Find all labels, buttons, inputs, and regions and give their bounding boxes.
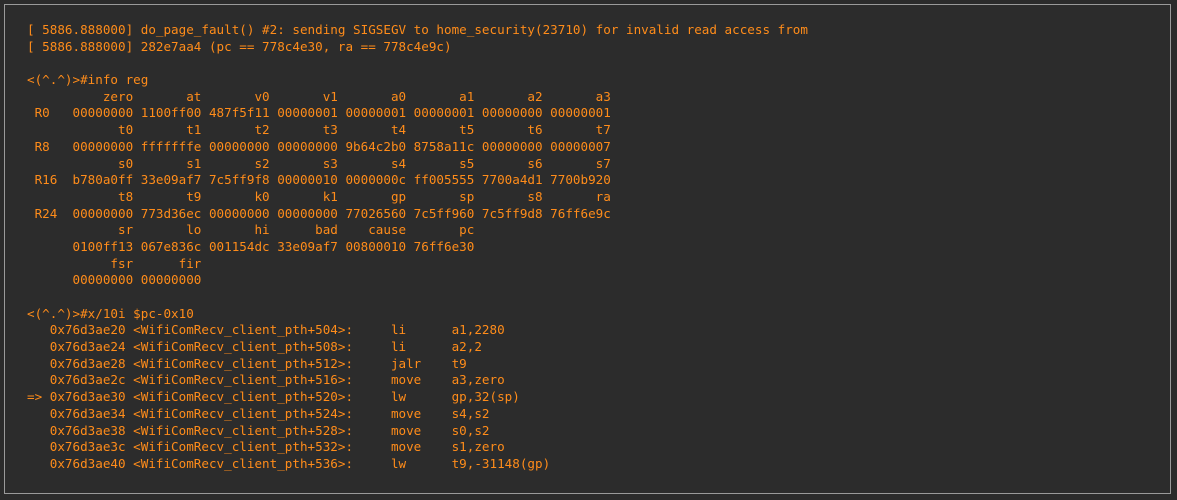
register-line: zero at v0 v1 a0 a1 a2 a3 [27,88,611,104]
register-line: t8 t9 k0 k1 gp sp s8 ra [27,188,611,204]
command-prompt-disasm: <(^.^)>#x/10i $pc-0x10 [27,305,194,321]
register-line: s0 s1 s2 s3 s4 s5 s6 s7 [27,155,611,171]
disassembly-line: 0x76d3ae2c <WifiComRecv_client_pth+516>:… [27,372,505,388]
disassembly-line: 0x76d3ae20 <WifiComRecv_client_pth+504>:… [27,322,505,338]
disassembly-line: 0x76d3ae40 <WifiComRecv_client_pth+536>:… [27,455,551,471]
register-line: 00000000 00000000 [27,272,202,288]
register-line: sr lo hi bad cause pc [27,222,475,238]
register-line: fsr fir [27,255,202,271]
register-line: R0 00000000 1100ff00 487f5f11 00000001 0… [27,105,611,121]
register-line: R16 b780a0ff 33e09af7 7c5ff9f8 00000010 … [27,172,611,188]
disassembly-line: 0x76d3ae34 <WifiComRecv_client_pth+524>:… [27,405,490,421]
terminal-output: [ 5886.888000] do_page_fault() #2: sendi… [27,22,1170,473]
disassembly-line: 0x76d3ae38 <WifiComRecv_client_pth+528>:… [27,422,490,438]
register-line: R8 00000000 fffffffe 00000000 00000000 9… [27,138,611,154]
kernel-log-line: [ 5886.888000] 282e7aa4 (pc == 778c4e30,… [27,38,452,54]
disassembly-line: 0x76d3ae28 <WifiComRecv_client_pth+512>:… [27,355,467,371]
terminal-window[interactable]: [ 5886.888000] do_page_fault() #2: sendi… [4,4,1171,494]
kernel-log-line: [ 5886.888000] do_page_fault() #2: sendi… [27,22,808,37]
disassembly-line-current: => 0x76d3ae30 <WifiComRecv_client_pth+52… [27,389,520,405]
register-line: t0 t1 t2 t3 t4 t5 t6 t7 [27,122,611,138]
command-prompt-info-reg: <(^.^)>#info reg [27,72,149,88]
disassembly-line: 0x76d3ae3c <WifiComRecv_client_pth+532>:… [27,439,505,455]
register-line: 0100ff13 067e836c 001154dc 33e09af7 0080… [27,238,475,254]
disassembly-line: 0x76d3ae24 <WifiComRecv_client_pth+508>:… [27,339,482,355]
register-line: R24 00000000 773d36ec 00000000 00000000 … [27,205,611,221]
